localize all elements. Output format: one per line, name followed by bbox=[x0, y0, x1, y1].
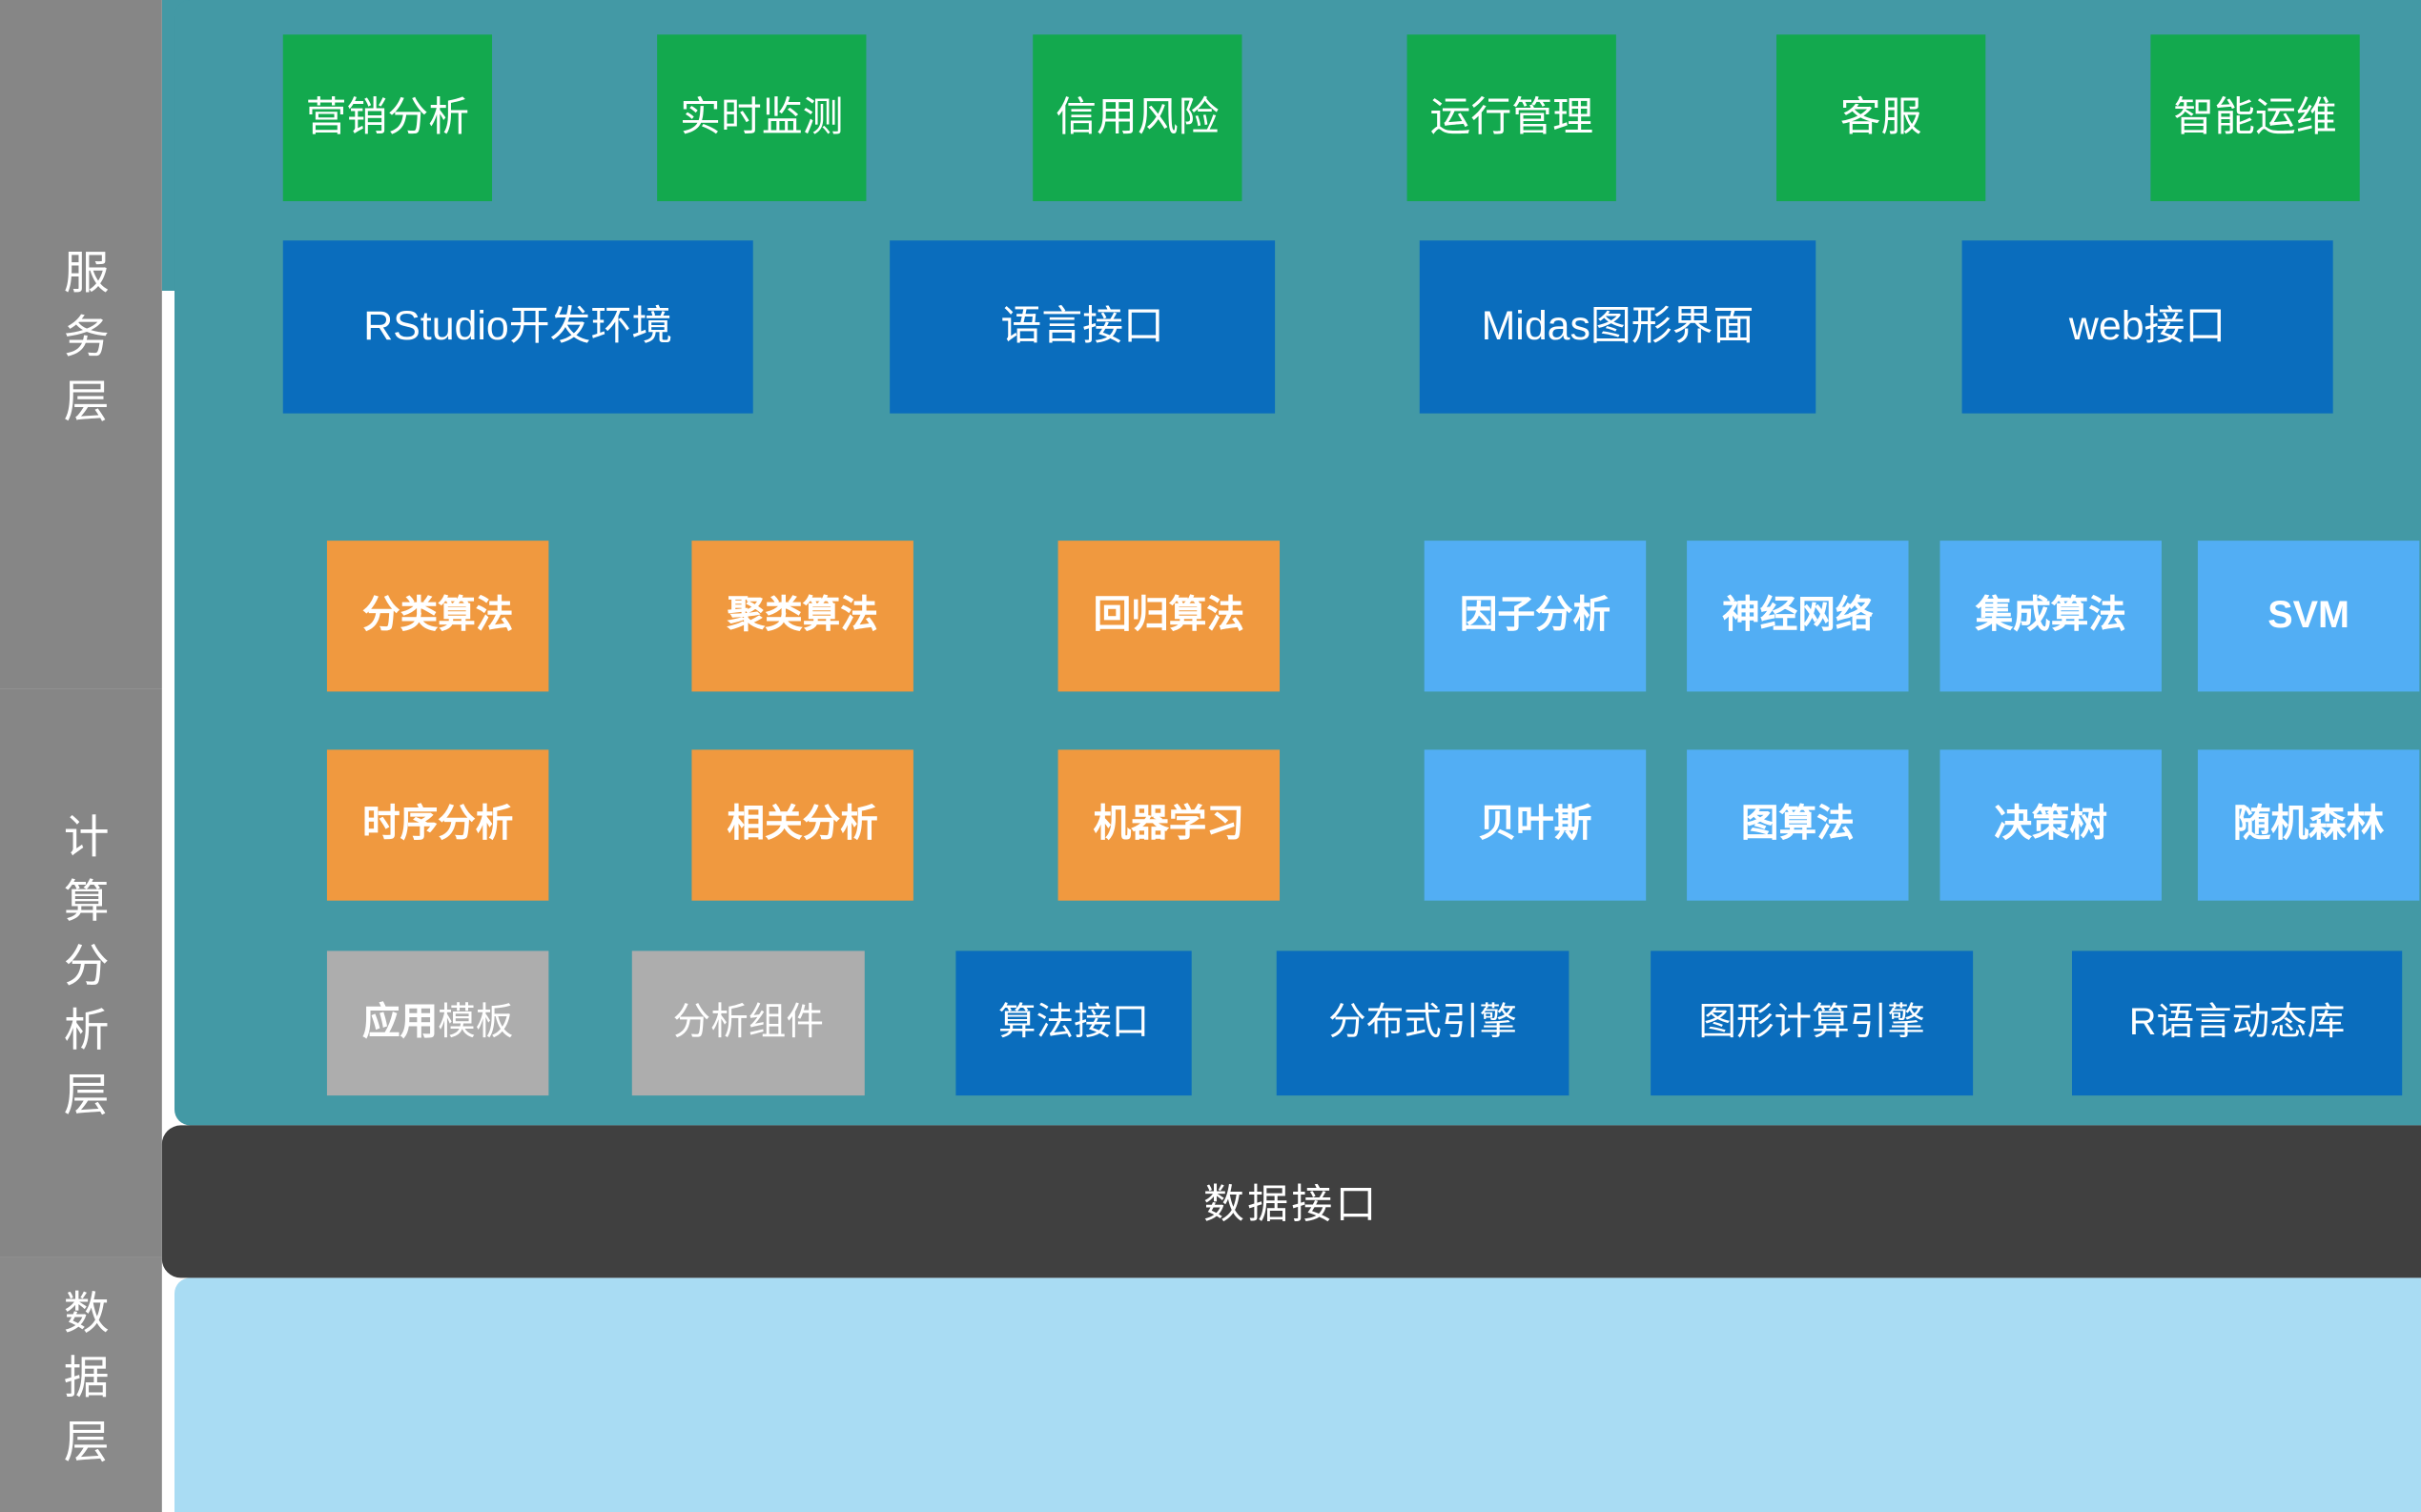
model-box-label: 神经网络 bbox=[1722, 595, 1873, 638]
component-box-analysis-components[interactable]: 分析组件 bbox=[632, 950, 865, 1095]
app-box-customer-service[interactable]: 客服 bbox=[1776, 34, 1985, 201]
rail-label-compute: 计算分析层 bbox=[58, 812, 104, 1134]
rail-service-layer: 服务层 bbox=[0, 0, 162, 688]
model-box-graph-algorithm[interactable]: 图算法 bbox=[1687, 749, 1908, 900]
engine-box-distributed-engine[interactable]: 分布式引擎 bbox=[1277, 950, 1570, 1095]
algorithm-box-label: 分类算法 bbox=[362, 595, 513, 638]
model-box-neural-network[interactable]: 神经网络 bbox=[1687, 541, 1908, 691]
engine-box-label: 图形计算引擎 bbox=[1698, 1002, 1924, 1045]
interface-box-web-api[interactable]: web接口 bbox=[1962, 240, 2333, 413]
algorithm-box-regression[interactable]: 回归算法 bbox=[1058, 541, 1280, 691]
component-box-label-bold: 应用 bbox=[362, 1002, 438, 1045]
component-box-label: 应用模板 bbox=[362, 1002, 513, 1045]
algorithm-box-correlation[interactable]: 相关分析 bbox=[691, 749, 913, 900]
app-box-label: 营销分析 bbox=[306, 94, 469, 141]
model-box-label: 因子分析 bbox=[1460, 595, 1611, 638]
model-box-ensemble[interactable]: 集成算法 bbox=[1939, 541, 2161, 691]
engine-box-label: R语言动态库 bbox=[2129, 1002, 2345, 1045]
model-box-svm[interactable]: SVM bbox=[2198, 541, 2419, 691]
data-interface-bar: 数据接口 bbox=[162, 1125, 2421, 1277]
algorithm-box-label: 时序分析 bbox=[362, 804, 513, 847]
app-box-credit-risk[interactable]: 信用风险 bbox=[1033, 34, 1241, 201]
interface-box-language-api[interactable]: 语言接口 bbox=[890, 240, 1275, 413]
architecture-diagram: 服务层 计算分析层 数据层 营销分析 实时监测 信用风险 运行管理 客服 智能运… bbox=[0, 0, 2421, 1512]
algorithm-box-label: 回归算法 bbox=[1094, 595, 1244, 638]
interface-box-label: web接口 bbox=[2069, 303, 2226, 350]
component-box-app-template[interactable]: 应用模板 bbox=[327, 950, 548, 1095]
engine-box-r-dynamic-library[interactable]: R语言动态库 bbox=[2072, 950, 2402, 1095]
interface-box-midas-gui[interactable]: Midas图形界面 bbox=[1420, 240, 1816, 413]
rail-compute-layer: 计算分析层 bbox=[0, 688, 162, 1257]
app-box-label: 客服 bbox=[1840, 94, 1922, 141]
model-box-label: 贝叶斯 bbox=[1479, 804, 1592, 847]
app-box-operations-management[interactable]: 运行管理 bbox=[1407, 34, 1616, 201]
algorithm-box-label: 聚类算法 bbox=[728, 595, 878, 638]
model-box-label: 决策树 bbox=[1994, 804, 2107, 847]
model-box-factor-analysis[interactable]: 因子分析 bbox=[1425, 541, 1646, 691]
app-box-label: 运行管理 bbox=[1429, 94, 1592, 141]
model-box-random-forest[interactable]: 随机森林 bbox=[2198, 749, 2419, 900]
algorithm-box-classification[interactable]: 分类算法 bbox=[327, 541, 548, 691]
model-box-label: 集成算法 bbox=[1976, 595, 2126, 638]
interface-box-label: RStudio开发环境 bbox=[363, 303, 672, 350]
algorithm-box-machine-learning[interactable]: 机器学习 bbox=[1058, 749, 1280, 900]
model-box-bayes[interactable]: 贝叶斯 bbox=[1425, 749, 1646, 900]
app-box-realtime-monitoring[interactable]: 实时监测 bbox=[657, 34, 866, 201]
interface-box-label: 语言接口 bbox=[1000, 303, 1163, 350]
engine-box-graph-compute-engine[interactable]: 图形计算引擎 bbox=[1651, 950, 1973, 1095]
model-box-label: 随机森林 bbox=[2233, 804, 2384, 847]
algorithm-box-clustering[interactable]: 聚类算法 bbox=[691, 541, 913, 691]
engine-box-algorithm-api[interactable]: 算法接口 bbox=[955, 950, 1191, 1095]
rail-label-data: 数据层 bbox=[58, 1288, 104, 1481]
algorithm-box-label: 相关分析 bbox=[728, 804, 878, 847]
model-box-decision-tree[interactable]: 决策树 bbox=[1939, 749, 2161, 900]
component-box-label: 分析组件 bbox=[673, 1002, 824, 1045]
data-layer-panel bbox=[174, 1277, 2421, 1512]
interface-box-label: Midas图形界面 bbox=[1482, 303, 1754, 350]
app-box-intelligent-ops[interactable]: 智能运维 bbox=[2150, 34, 2359, 201]
component-box-label-rest: 模板 bbox=[438, 1002, 513, 1045]
rail-data-layer: 数据层 bbox=[0, 1257, 162, 1512]
model-box-label: 图算法 bbox=[1741, 804, 1855, 847]
engine-box-label: 分布式引擎 bbox=[1328, 1002, 1517, 1045]
algorithm-box-timeseries[interactable]: 时序分析 bbox=[327, 749, 548, 900]
rail-label-service: 服务层 bbox=[58, 248, 104, 441]
interface-box-rstudio[interactable]: RStudio开发环境 bbox=[283, 240, 753, 413]
diagram-scale-group: 服务层 计算分析层 数据层 营销分析 实时监测 信用风险 运行管理 客服 智能运… bbox=[0, 0, 2421, 1512]
model-box-label: SVM bbox=[2267, 595, 2349, 638]
app-box-label: 实时监测 bbox=[680, 94, 843, 141]
app-box-label: 智能运维 bbox=[2173, 94, 2336, 141]
engine-box-label: 算法接口 bbox=[998, 1002, 1149, 1045]
app-box-label: 信用风险 bbox=[1056, 94, 1219, 141]
algorithm-box-label: 机器学习 bbox=[1094, 804, 1244, 847]
data-interface-bar-label: 数据接口 bbox=[1203, 1173, 1380, 1231]
app-box-marketing-analysis[interactable]: 营销分析 bbox=[283, 34, 492, 201]
